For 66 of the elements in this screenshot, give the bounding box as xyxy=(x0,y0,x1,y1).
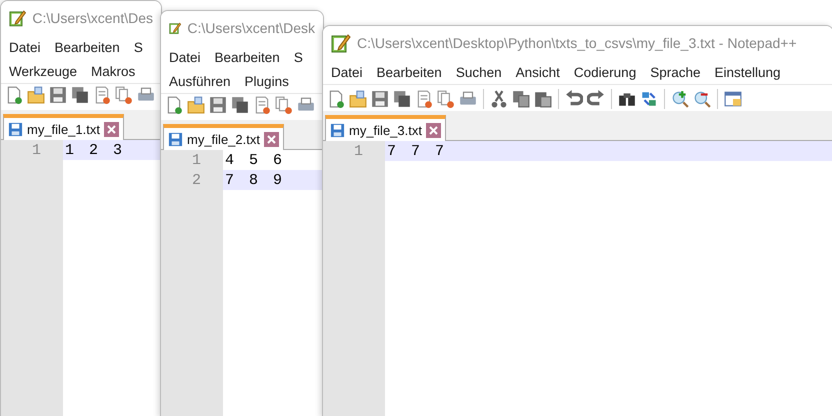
file-tab[interactable]: my_file_2.txt xyxy=(163,124,284,150)
menu-item[interactable]: Codierung xyxy=(574,64,636,80)
redo-icon[interactable] xyxy=(587,90,605,108)
close-all-icon[interactable] xyxy=(437,90,455,108)
file-tab[interactable]: my_file_3.txt xyxy=(325,115,446,141)
file-tab[interactable]: my_file_1.txt xyxy=(3,114,124,140)
close-file-icon[interactable] xyxy=(93,86,111,104)
window-title: C:\Users\xcent\Desk xyxy=(187,20,315,36)
tab-close-button[interactable] xyxy=(426,122,441,138)
menu-item[interactable]: Bearbeiten xyxy=(54,40,120,54)
undo-icon[interactable] xyxy=(565,90,583,108)
tab-close-button[interactable] xyxy=(264,132,279,146)
code-text: 1 2 3 xyxy=(64,142,122,158)
scissors-icon[interactable] xyxy=(490,90,508,108)
close-file-icon[interactable] xyxy=(415,90,433,108)
save-icon[interactable] xyxy=(371,90,389,108)
save-icon xyxy=(168,132,183,146)
zoom-out-icon[interactable] xyxy=(693,90,711,108)
line-number: 1 xyxy=(161,150,223,170)
menu-item[interactable]: Suchen xyxy=(456,64,502,80)
save-all-icon[interactable] xyxy=(71,86,89,104)
tab-close-button[interactable] xyxy=(104,122,119,136)
menu-item[interactable]: Werkzeuge xyxy=(9,64,78,78)
save-icon[interactable] xyxy=(49,86,67,104)
menu-item[interactable]: Sprache xyxy=(650,64,700,80)
menu-item[interactable]: Datei xyxy=(331,64,363,80)
menu-item[interactable]: Ausführen xyxy=(169,74,231,88)
code-text: 4 5 6 xyxy=(224,152,282,168)
save-icon xyxy=(8,122,23,136)
save-all-icon[interactable] xyxy=(231,96,249,114)
line-number: 1 xyxy=(323,141,385,161)
menu-item[interactable]: Bearbeiten xyxy=(376,64,442,80)
paste-icon[interactable] xyxy=(534,90,552,108)
close-all-icon[interactable] xyxy=(275,96,293,114)
save-icon xyxy=(330,122,345,138)
line-number: 2 xyxy=(161,170,223,190)
code-text: 7 8 9 xyxy=(224,172,282,188)
window-title: C:\Users\xcent\Des xyxy=(32,10,153,26)
copy-icon[interactable] xyxy=(512,90,530,108)
menu-item[interactable]: Einstellung xyxy=(714,64,781,80)
folder-icon[interactable] xyxy=(187,96,205,114)
new-file-icon[interactable] xyxy=(5,86,23,104)
menu-item[interactable]: Ansicht xyxy=(516,64,560,80)
folder-icon[interactable] xyxy=(27,86,45,104)
menu-item[interactable]: Makros xyxy=(91,64,136,78)
close-all-icon[interactable] xyxy=(115,86,133,104)
save-icon[interactable] xyxy=(209,96,227,114)
menu-item[interactable]: Plugins xyxy=(244,74,289,88)
folder-icon[interactable] xyxy=(349,90,367,108)
save-all-icon[interactable] xyxy=(393,90,411,108)
menu-item[interactable]: S xyxy=(134,40,143,54)
new-file-icon[interactable] xyxy=(165,96,183,114)
menu-item[interactable]: Datei xyxy=(169,50,201,64)
menu-item[interactable]: S xyxy=(294,50,303,64)
window-icon[interactable] xyxy=(724,90,742,108)
line-number: 1 xyxy=(1,140,63,160)
window-title: C:\Users\xcent\Desktop\Python\txts_to_csvs\my_file_3.txt - Notepad++ xyxy=(357,35,797,51)
replace-icon[interactable] xyxy=(640,90,658,108)
code-text: 7 7 7 xyxy=(386,142,444,160)
notepad-icon xyxy=(331,33,351,53)
zoom-in-icon[interactable] xyxy=(671,90,689,108)
menu-item[interactable]: Bearbeiten xyxy=(214,50,280,64)
new-file-icon[interactable] xyxy=(327,90,345,108)
menu-item[interactable]: Datei xyxy=(9,40,41,54)
notepad-icon xyxy=(9,8,26,28)
close-file-icon[interactable] xyxy=(253,96,271,114)
